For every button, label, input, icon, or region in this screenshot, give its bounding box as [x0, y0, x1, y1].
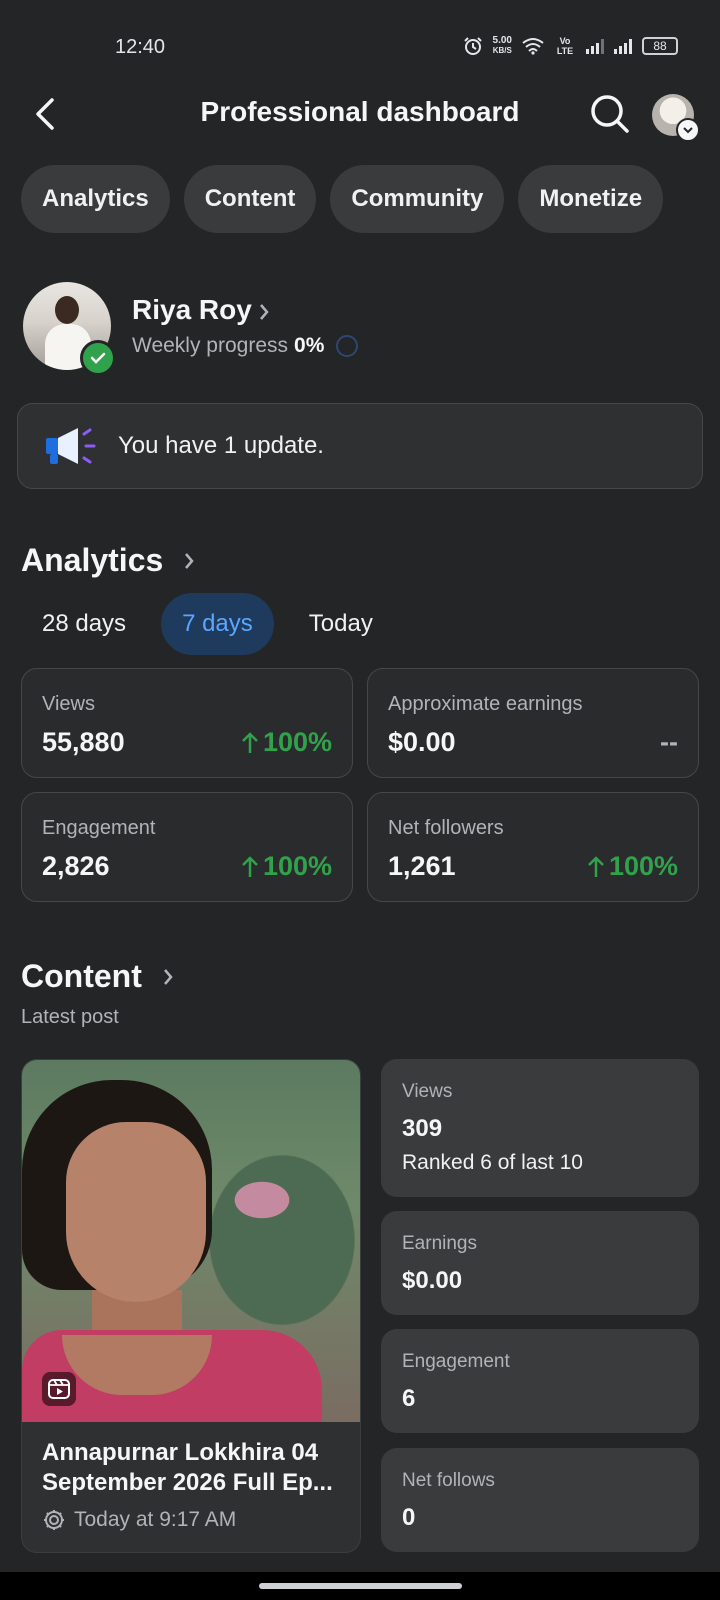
content-section-title[interactable]: Content	[21, 958, 174, 995]
stat-label: Views	[402, 1081, 453, 1102]
search-icon	[591, 95, 629, 133]
engagement-card[interactable]: Engagement 2,826 100%	[21, 792, 353, 902]
card-label: Engagement	[42, 817, 156, 839]
post-views-stat[interactable]: Views 309 Ranked 6 of last 10	[381, 1059, 699, 1197]
earnings-card[interactable]: Approximate earnings $0.00 --	[367, 668, 699, 778]
post-net-follows-stat[interactable]: Net follows 0	[381, 1448, 699, 1552]
update-text: You have 1 update.	[118, 432, 324, 459]
range-today[interactable]: Today	[288, 593, 394, 655]
views-card[interactable]: Views 55,880 100%	[21, 668, 353, 778]
range-7-days[interactable]: 7 days	[161, 593, 274, 655]
latest-post-label: Latest post	[21, 1006, 119, 1028]
card-label: Approximate earnings	[388, 693, 583, 715]
post-engagement-stat[interactable]: Engagement 6	[381, 1329, 699, 1433]
stat-value: $0.00	[402, 1267, 463, 1294]
date-range-selector: 28 days 7 days Today	[21, 593, 394, 655]
account-switcher-chevron[interactable]	[676, 118, 700, 142]
analytics-title-label: Analytics	[21, 542, 164, 578]
tab-content[interactable]: Content	[183, 165, 317, 233]
analytics-section-title[interactable]: Analytics	[21, 542, 195, 579]
card-delta-value: 100%	[262, 851, 332, 881]
megaphone-icon	[46, 428, 96, 464]
arrow-up-icon	[242, 731, 258, 753]
gear-icon	[44, 1510, 64, 1530]
card-delta: 100%	[241, 727, 332, 758]
signal-icon-2	[614, 38, 632, 54]
tab-analytics[interactable]: Analytics	[21, 165, 170, 233]
weekly-progress-label: Weekly progress	[132, 334, 289, 357]
stat-value: 309	[402, 1115, 443, 1142]
net-followers-card[interactable]: Net followers 1,261 100%	[367, 792, 699, 902]
chevron-right-icon	[185, 552, 194, 569]
card-value: 2,826	[42, 851, 110, 881]
status-time: 12:40	[115, 36, 166, 58]
stat-value: 0	[402, 1504, 416, 1531]
user-name[interactable]: Riya Roy	[132, 294, 252, 326]
arrow-up-icon	[242, 855, 258, 877]
dashboard-tabs: Analytics Content Community Monetize	[21, 165, 664, 233]
status-icons: 5.00 KB/S Vo LTE 88	[463, 36, 678, 56]
home-gesture-handle[interactable]	[259, 1583, 462, 1589]
chevron-right-icon[interactable]	[258, 302, 270, 327]
chevron-down-icon	[683, 127, 693, 134]
stat-label: Net follows	[402, 1470, 495, 1491]
verified-badge	[80, 340, 116, 376]
card-value: 1,261	[388, 851, 456, 881]
stat-label: Engagement	[402, 1351, 510, 1372]
card-delta: 100%	[241, 851, 332, 882]
arrow-up-icon	[588, 855, 604, 877]
checkmark-icon	[90, 352, 106, 364]
reel-icon	[42, 1372, 76, 1406]
card-label: Net followers	[388, 817, 504, 839]
weekly-progress: Weekly progress 0%	[132, 334, 359, 358]
weekly-progress-value: 0%	[294, 334, 325, 357]
battery-icon: 88	[642, 37, 678, 55]
post-thumbnail[interactable]	[22, 1060, 360, 1422]
post-title: Annapurnar Lokkhira 04 September 2026 Fu…	[42, 1439, 333, 1496]
card-delta: 100%	[587, 851, 678, 882]
stat-label: Earnings	[402, 1233, 477, 1254]
alarm-icon	[463, 37, 482, 55]
content-title-label: Content	[21, 958, 142, 994]
network-speed: 5.00 KB/S	[493, 36, 512, 56]
signal-icon-1	[586, 38, 604, 54]
card-value: $0.00	[388, 727, 456, 757]
network-speed-value: 5.00	[492, 35, 512, 46]
post-time: Today at 9:17 AM	[74, 1508, 237, 1531]
card-value: 55,880	[42, 727, 125, 757]
post-earnings-stat[interactable]: Earnings $0.00	[381, 1211, 699, 1315]
card-delta-value: 100%	[262, 727, 332, 757]
progress-ring-icon	[336, 335, 359, 357]
search-button[interactable]	[588, 92, 632, 136]
stat-rank: Ranked 6 of last 10	[402, 1151, 583, 1174]
range-28-days[interactable]: 28 days	[21, 593, 147, 655]
tab-monetize[interactable]: Monetize	[518, 165, 664, 233]
post-meta: Today at 9:17 AM	[42, 1508, 236, 1532]
card-label: Views	[42, 693, 95, 715]
chevron-right-icon	[163, 968, 173, 985]
latest-post-card[interactable]: Annapurnar Lokkhira 04 September 2026 Fu…	[21, 1059, 361, 1553]
card-delta: --	[660, 727, 678, 757]
network-speed-unit: KB/S	[492, 46, 512, 55]
stat-value: 6	[402, 1385, 416, 1412]
wifi-icon	[522, 38, 544, 55]
tab-community[interactable]: Community	[330, 165, 505, 233]
card-delta-value: 100%	[608, 851, 678, 881]
volte-icon: Vo LTE	[556, 36, 574, 56]
update-banner[interactable]: You have 1 update.	[17, 403, 703, 489]
